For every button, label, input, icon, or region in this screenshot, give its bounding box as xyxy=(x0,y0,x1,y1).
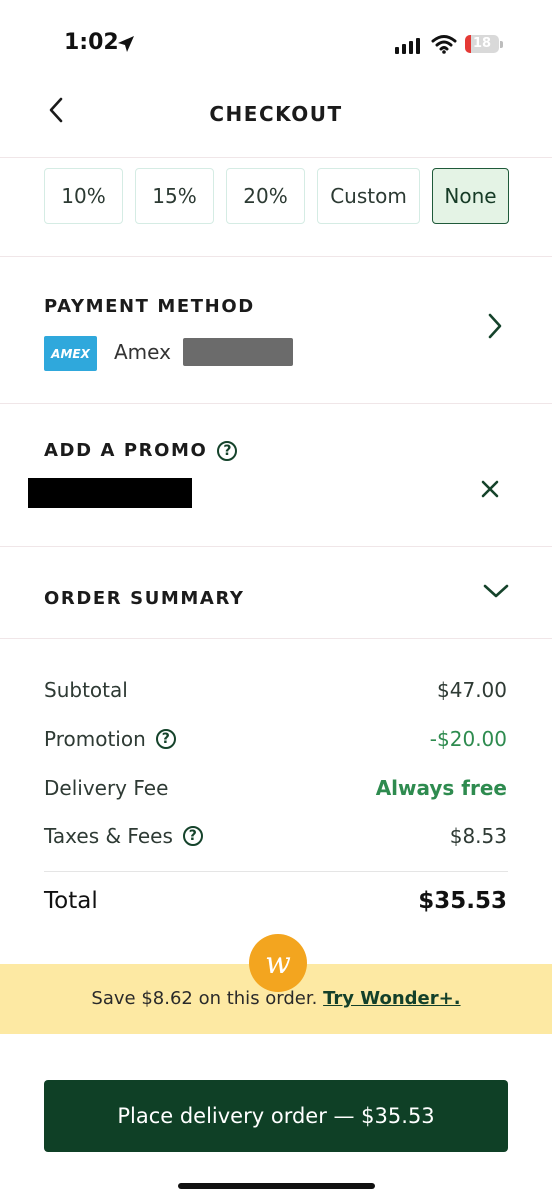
banner-message: Save $8.62 on this order. Try Wonder+. xyxy=(0,988,552,1009)
home-indicator xyxy=(178,1183,375,1189)
summary-divider xyxy=(0,638,552,639)
payment-method-heading: PAYMENT METHOD xyxy=(44,296,255,317)
tip-selector: 10% 15% 20% Custom None xyxy=(44,168,509,224)
tip-option-custom[interactable]: Custom xyxy=(317,168,420,224)
card-label: Amex xyxy=(114,340,171,364)
promo-heading-row: ADD A PROMO ? xyxy=(44,440,238,461)
battery-level-text: 18 xyxy=(472,36,492,51)
subtotal-label: Subtotal xyxy=(44,678,128,702)
order-summary-heading: ORDER SUMMARY xyxy=(44,588,245,609)
subtotal-value: $47.00 xyxy=(437,678,507,702)
promo-code-redacted xyxy=(28,478,192,508)
tip-option-15[interactable]: 15% xyxy=(135,168,214,224)
taxes-label: Taxes & Fees xyxy=(44,824,173,848)
total-divider xyxy=(44,871,508,872)
card-number-redacted xyxy=(183,338,293,366)
total-label: Total xyxy=(44,888,98,914)
place-order-button[interactable]: Place delivery order — $35.53 xyxy=(44,1080,508,1152)
page-title: CHECKOUT xyxy=(209,102,343,126)
taxes-row: Taxes & Fees ? xyxy=(44,824,203,848)
chevron-down-icon[interactable] xyxy=(482,582,510,600)
help-icon[interactable]: ? xyxy=(182,826,203,846)
total-value: $35.53 xyxy=(418,888,507,914)
promotion-row: Promotion ? xyxy=(44,727,176,751)
help-icon[interactable]: ? xyxy=(217,440,238,461)
signal-icon xyxy=(395,38,420,54)
try-wonder-plus-link[interactable]: Try Wonder+. xyxy=(323,988,460,1009)
help-icon[interactable]: ? xyxy=(155,729,176,749)
tip-option-20[interactable]: 20% xyxy=(226,168,305,224)
delivery-fee-value: Always free xyxy=(375,776,507,800)
close-icon[interactable] xyxy=(480,479,500,499)
battery-nub xyxy=(500,41,503,48)
delivery-fee-label: Delivery Fee xyxy=(44,776,169,800)
wifi-icon xyxy=(431,35,457,54)
amex-logo-text: AMEX xyxy=(51,346,90,361)
promotion-value: -$20.00 xyxy=(429,727,507,751)
wonder-logo-letter: w xyxy=(265,945,291,981)
chevron-right-icon[interactable] xyxy=(486,312,504,340)
taxes-value: $8.53 xyxy=(449,824,507,848)
banner-text: Save $8.62 on this order. xyxy=(91,988,318,1009)
tip-option-10[interactable]: 10% xyxy=(44,168,123,224)
promotion-label: Promotion xyxy=(44,727,146,751)
tip-option-none[interactable]: None xyxy=(432,168,509,224)
promo-heading: ADD A PROMO xyxy=(44,440,208,461)
header-divider xyxy=(0,157,552,158)
wonder-logo-icon: w xyxy=(249,934,307,992)
battery-icon: 18 xyxy=(465,35,499,53)
amex-logo-icon: AMEX xyxy=(44,336,97,371)
location-arrow-icon xyxy=(118,36,134,52)
status-time: 1:02 xyxy=(64,30,119,55)
payment-method-row[interactable] xyxy=(0,257,552,403)
payment-divider xyxy=(0,403,552,404)
